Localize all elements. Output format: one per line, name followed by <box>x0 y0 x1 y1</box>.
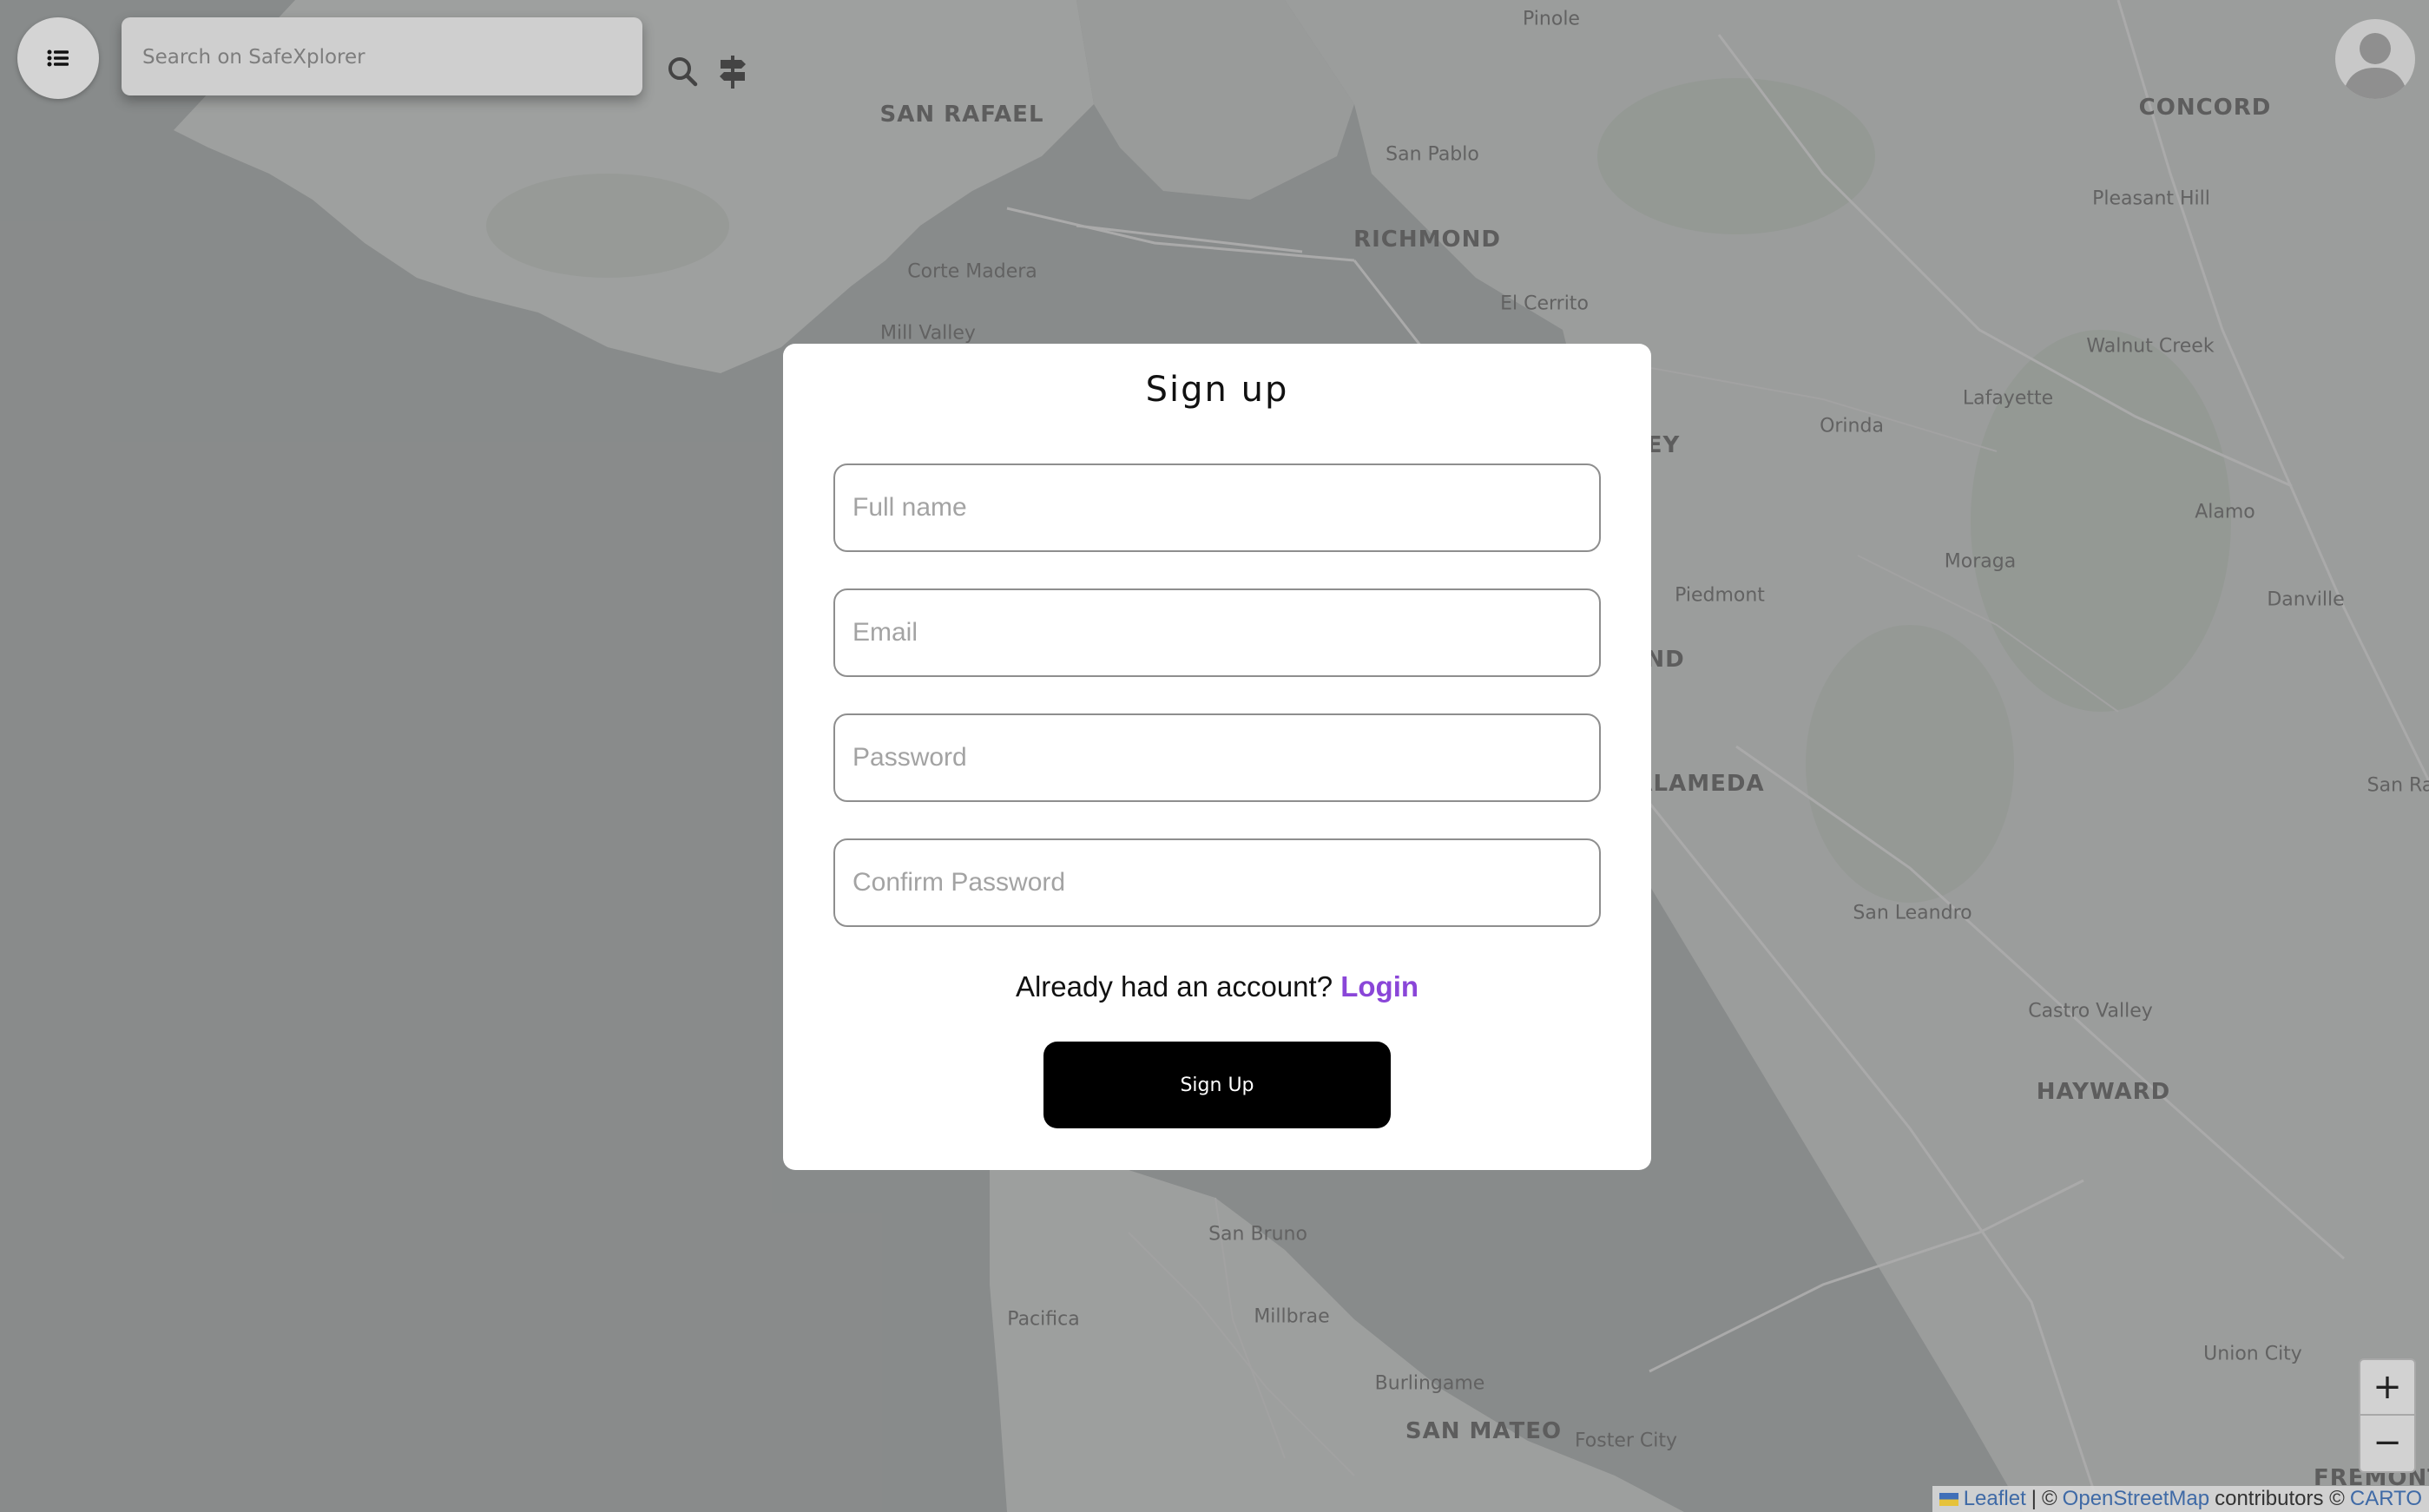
search-icon[interactable] <box>667 56 698 91</box>
attribution-separator: | <box>2031 1487 2037 1510</box>
map-attribution: Leaflet | © OpenStreetMap contributors ©… <box>1932 1486 2429 1512</box>
signup-modal: Sign up Already had an account? Login Si… <box>783 344 1651 1170</box>
password-field[interactable] <box>833 713 1601 802</box>
sign-up-button[interactable]: Sign Up <box>1043 1042 1391 1128</box>
user-avatar-icon[interactable] <box>2335 19 2415 99</box>
carto-link[interactable]: CARTO <box>2350 1487 2422 1511</box>
full-name-field[interactable] <box>833 463 1601 552</box>
list-icon <box>47 49 69 67</box>
contributors-text: contributors © <box>2215 1487 2345 1510</box>
account-prompt-line: Already had an account? Login <box>783 970 1651 1003</box>
login-link[interactable]: Login <box>1340 970 1419 1003</box>
zoom-in-button[interactable]: + <box>2360 1360 2414 1414</box>
zoom-out-button[interactable]: − <box>2360 1414 2414 1469</box>
confirm-password-field[interactable] <box>833 838 1601 927</box>
zoom-control: + − <box>2359 1358 2416 1473</box>
signpost-icon[interactable] <box>719 56 747 93</box>
ukraine-flag-icon <box>1939 1492 1958 1506</box>
openstreetmap-link[interactable]: OpenStreetMap <box>2063 1487 2209 1511</box>
copyright-symbol: © <box>2041 1487 2057 1510</box>
search-bar <box>122 17 746 95</box>
modal-title: Sign up <box>1145 370 1289 410</box>
account-prompt-text: Already had an account? <box>1015 970 1333 1003</box>
leaflet-link[interactable]: Leaflet <box>1964 1487 2026 1511</box>
search-input[interactable] <box>141 36 526 78</box>
email-field[interactable] <box>833 588 1601 677</box>
menu-button[interactable] <box>17 17 99 99</box>
